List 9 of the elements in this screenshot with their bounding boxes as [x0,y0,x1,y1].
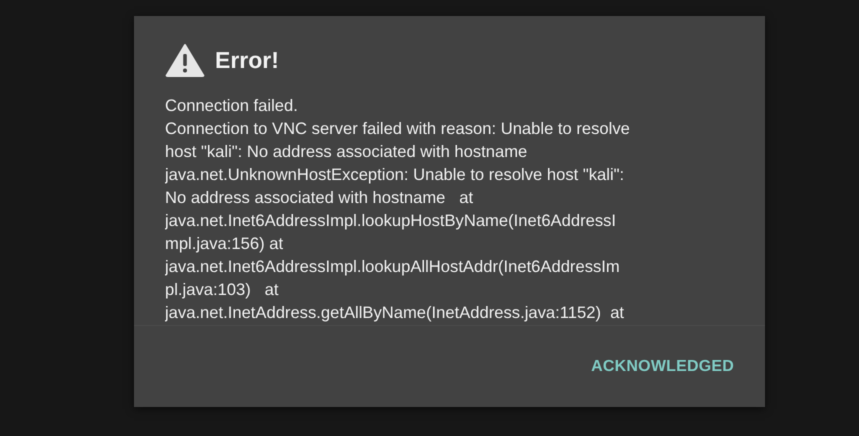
message-line: Connection failed. [165,95,299,117]
message-line: Connection to VNC server failed with reason: Unable to resolve [165,118,631,140]
warning-icon [165,43,205,77]
message-line: No address associated with hostname at [165,187,474,209]
acknowledge-button[interactable]: ACKNOWLEDGED [586,354,739,380]
message-line: host "kali": No address associated with hostname [165,141,528,163]
message-line: mpl.java:156) at [165,233,284,255]
dialog-title: Error! [215,46,279,74]
message-line: pl.java:103) at [165,279,280,301]
